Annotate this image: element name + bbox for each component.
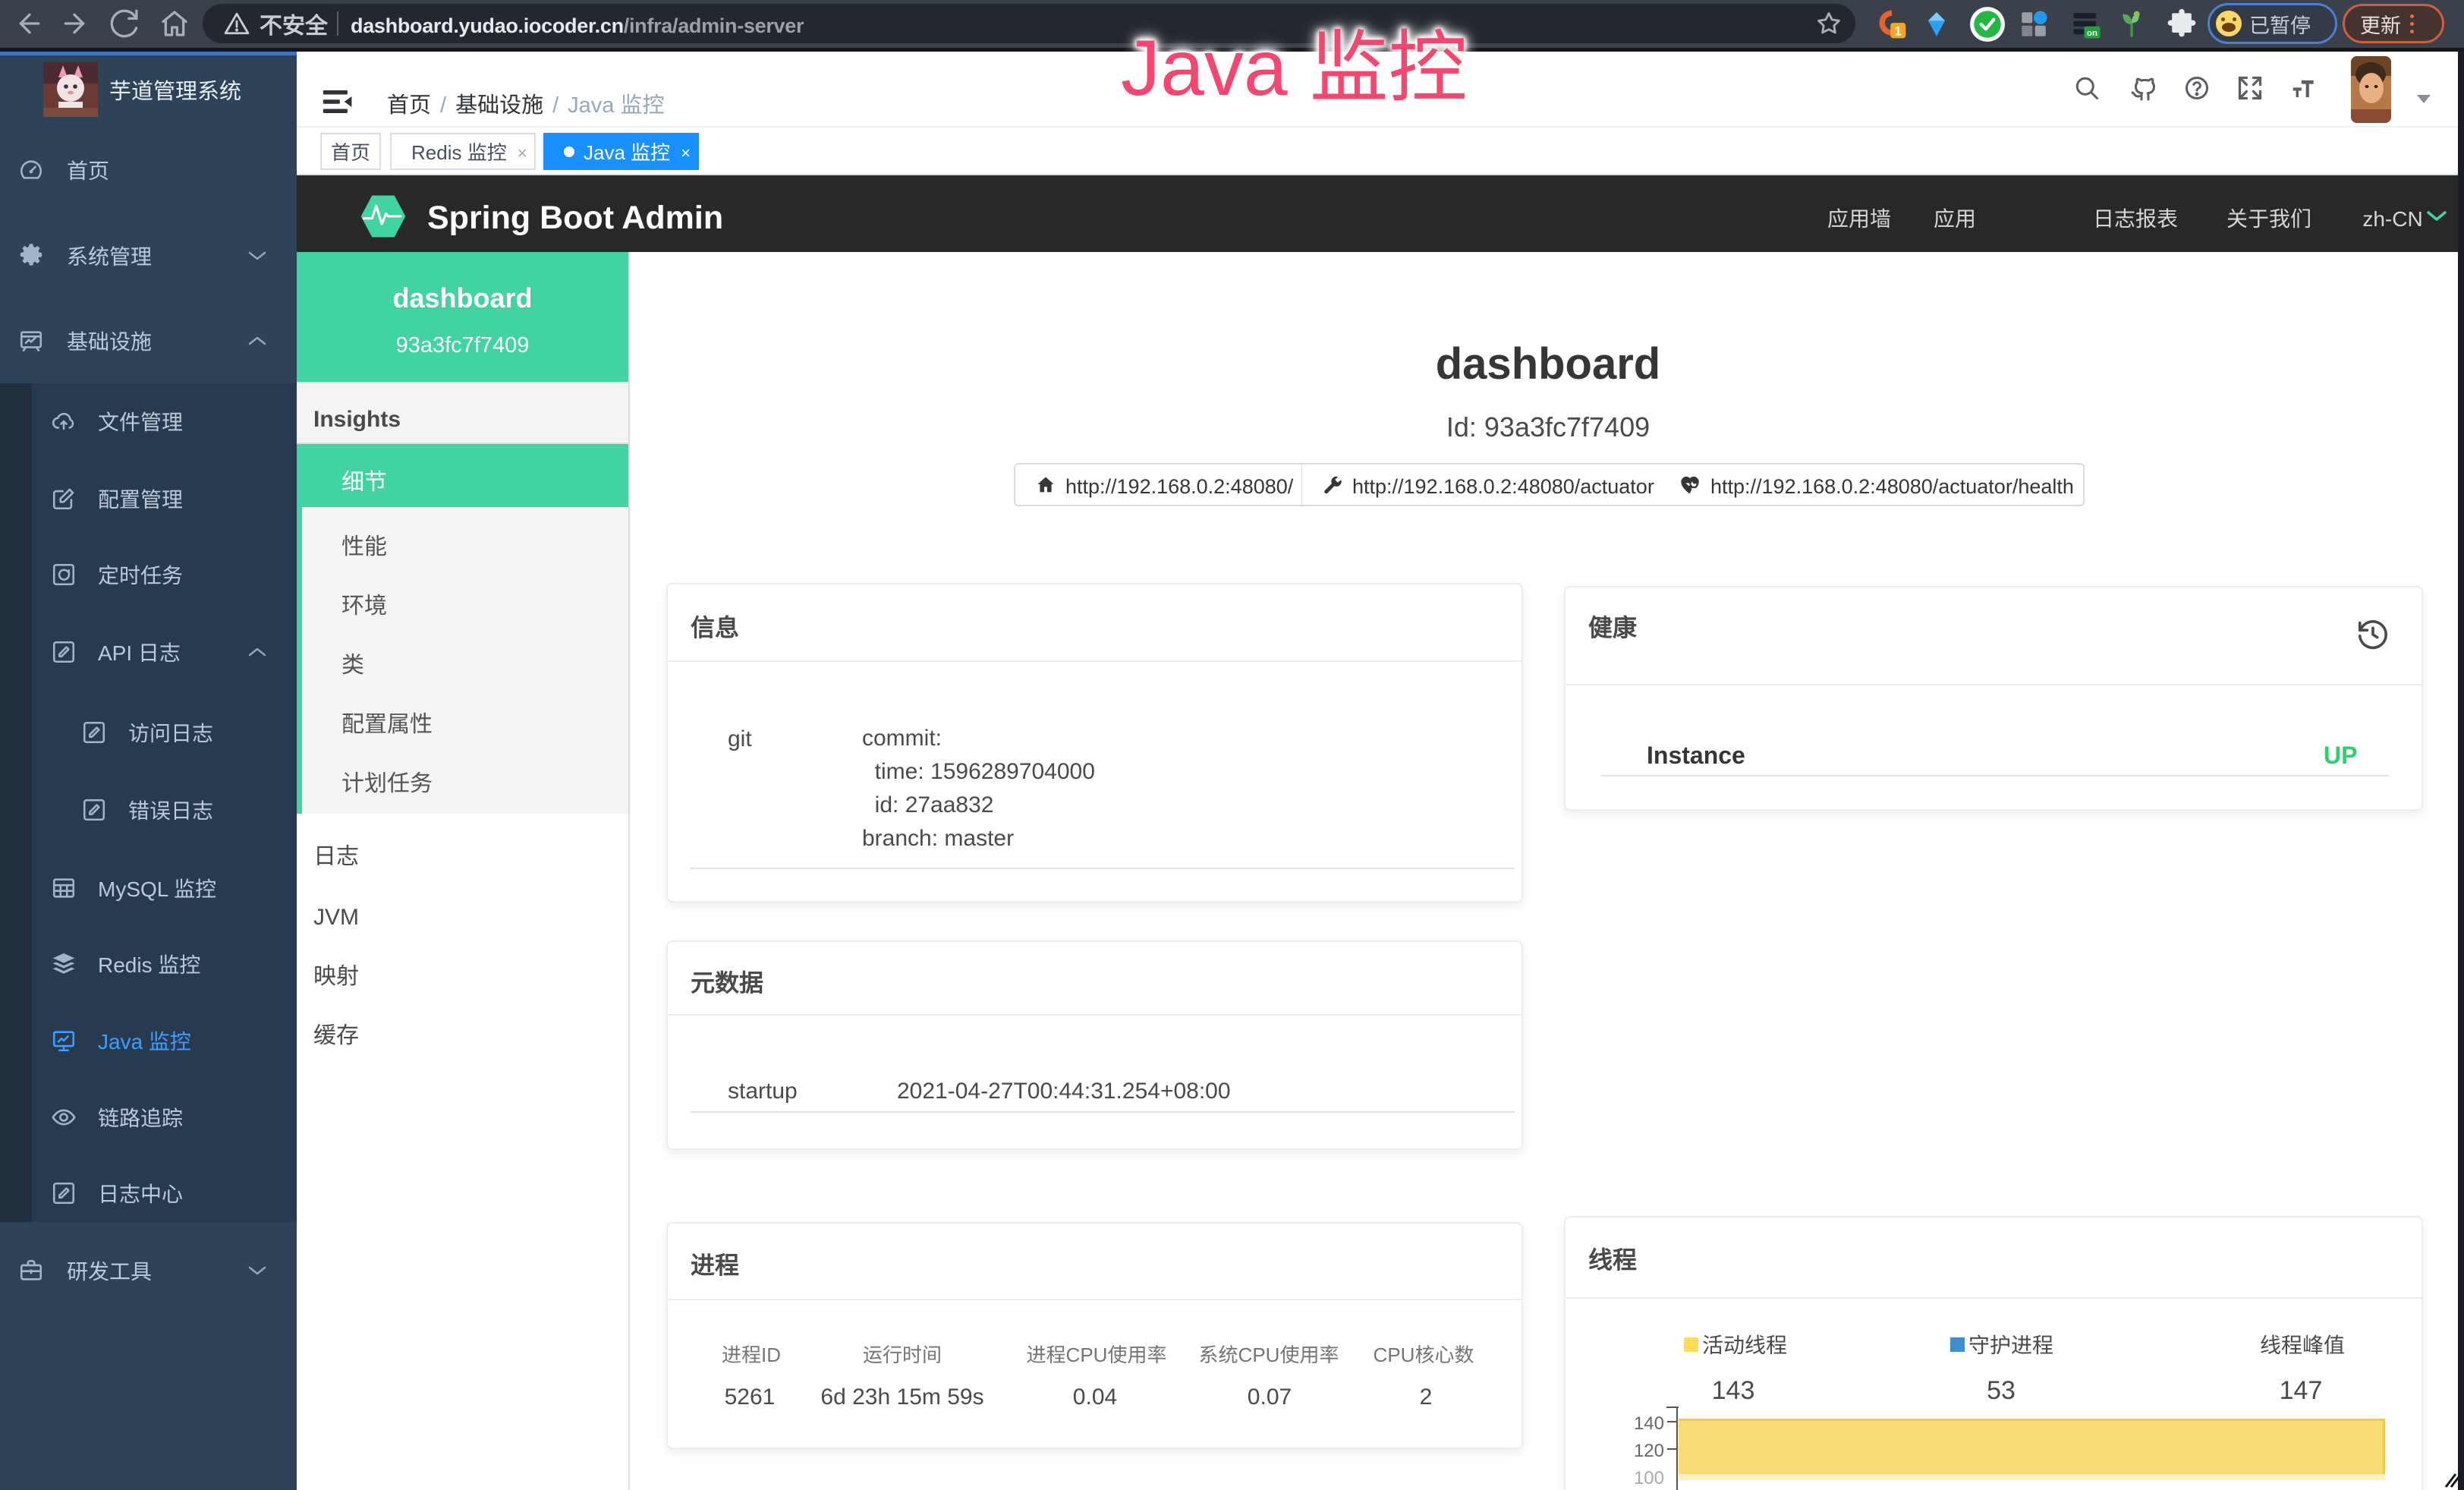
svg-text:on: on bbox=[2087, 27, 2097, 39]
svg-text:1: 1 bbox=[1895, 21, 1902, 39]
